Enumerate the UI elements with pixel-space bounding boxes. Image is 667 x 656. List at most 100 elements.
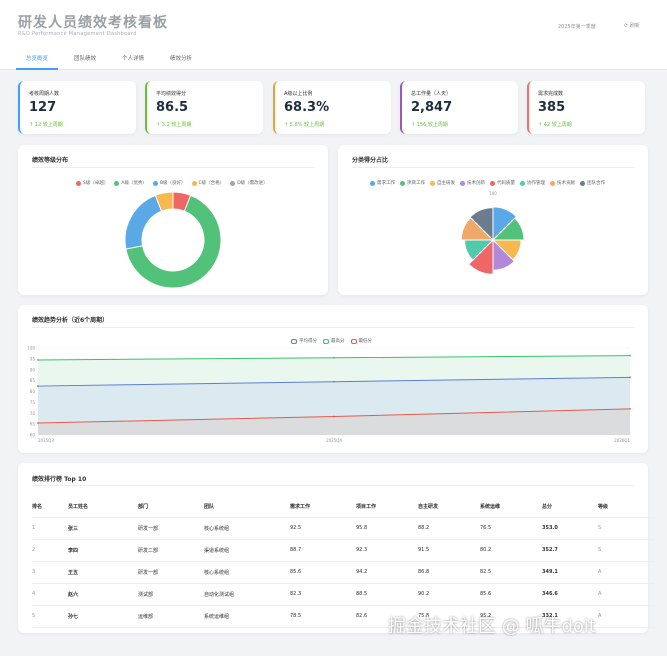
table-cell: 孙七 — [68, 605, 138, 628]
kpi-label: 需求完成数 — [538, 91, 564, 97]
table-cell: 92.3 — [356, 539, 418, 562]
y-tick-label: 75 — [30, 400, 36, 405]
column-header[interactable]: 部门 — [138, 497, 204, 518]
arrow-up-icon: ↑ — [156, 122, 161, 128]
column-header[interactable]: 员工姓名 — [68, 497, 138, 518]
data-point[interactable] — [333, 415, 335, 418]
y-tick-label: 70 — [30, 411, 36, 416]
table-row[interactable]: 1 张三 研发一部 核心系统组 92.5 95.8 88.2 76.5 353.0 S — [32, 517, 654, 540]
kpi-trend-text: 12 较上周期 — [34, 122, 63, 128]
kpi-value: 68.3% — [284, 100, 330, 115]
table-cell: 91.5 — [418, 539, 480, 562]
page-subtitle: R&D Performance Management Dashboard — [18, 31, 137, 37]
kpi-trend: ↑ 5.8% 较上周期 — [284, 121, 324, 128]
table-cell: 86.8 — [418, 561, 480, 584]
table-cell: 研发一部 — [138, 517, 204, 540]
kpi-trend: ↑ 3.2 较上周期 — [156, 121, 191, 128]
data-point[interactable] — [629, 376, 631, 379]
period-selector[interactable]: 2025年第一季度 — [558, 23, 596, 30]
tab-personal[interactable]: 个人详情 — [112, 50, 154, 70]
table-cell: 82.5 — [480, 561, 542, 584]
panel-title: 绩效排行榜 Top 10 — [32, 476, 87, 483]
column-header[interactable]: 团队 — [204, 497, 290, 518]
refresh-button[interactable]: ⟳ 刷新 — [624, 22, 640, 29]
arrow-up-icon: ↑ — [538, 122, 543, 128]
column-header[interactable]: 自主研发 — [418, 497, 480, 518]
category-rose-chart: 100 — [460, 191, 525, 275]
kpi-label: A级以上比例 — [284, 91, 313, 97]
tab-team[interactable]: 团队绩效 — [64, 50, 106, 70]
kpi-card-headcount[interactable]: 考核周期人数 127 ↑ 12 较上周期 — [18, 81, 136, 134]
table-cell: 4 — [32, 583, 68, 606]
table-row[interactable]: 4 赵六 测试部 自动化测试组 82.3 88.5 90.2 85.6 346.6 A — [32, 583, 654, 606]
table-cell: 80.2 — [480, 539, 542, 562]
column-header[interactable]: 项目工作 — [356, 497, 418, 518]
kpi-trend: ↑ 42 较上周期 — [538, 121, 572, 128]
donut-slice[interactable] — [124, 194, 163, 250]
table-cell: 76.5 — [480, 517, 542, 540]
data-point[interactable] — [37, 385, 39, 387]
ranking-table: 排名 员工姓名 部门 团队 需求工作 项目工作 自主研发 系统运维 总分 等级 … — [32, 497, 654, 628]
column-header[interactable]: 总分 — [542, 497, 598, 518]
y-tick-label: 80 — [30, 389, 36, 394]
kpi-trend-text: 5.8% 较上周期 — [289, 122, 325, 128]
y-tick-label: 90 — [30, 367, 36, 372]
kpi-value: 86.5 — [156, 100, 189, 115]
data-point[interactable] — [629, 408, 631, 410]
table-cell: S — [598, 539, 654, 562]
column-header[interactable]: 系统运维 — [480, 497, 542, 518]
table-cell: 3 — [32, 561, 68, 584]
table-cell: 92.5 — [290, 517, 356, 540]
column-header[interactable]: 需求工作 — [290, 497, 356, 518]
table-cell: 自动化测试组 — [204, 583, 290, 606]
tab-analysis[interactable]: 绩效分析 — [160, 50, 202, 70]
x-tick-label: 2026Q1 — [614, 438, 630, 443]
table-cell: 赵六 — [68, 583, 138, 606]
data-point[interactable] — [629, 354, 631, 357]
arrow-up-icon: ↑ — [29, 122, 34, 128]
table-cell: 研发一部 — [138, 561, 204, 584]
data-point[interactable] — [333, 380, 335, 383]
table-cell: A — [598, 561, 654, 584]
table-cell: A — [598, 605, 654, 628]
kpi-card-requirements[interactable]: 需求完成数 385 ↑ 42 较上周期 — [527, 81, 645, 134]
y-tick-label: 95 — [30, 356, 36, 361]
y-tick-label: 60 — [30, 433, 36, 438]
table-cell: 346.6 — [542, 583, 598, 606]
table-cell: 88.2 — [418, 517, 480, 540]
page-title: 研发人员绩效考核看板 — [18, 15, 168, 31]
table-cell: 95.8 — [356, 517, 418, 540]
kpi-label: 考核周期人数 — [29, 91, 60, 97]
column-header[interactable]: 等级 — [598, 497, 654, 518]
divider — [32, 485, 634, 486]
column-header[interactable]: 排名 — [32, 497, 68, 518]
table-cell: 82.3 — [290, 583, 356, 606]
table-row[interactable]: 3 王五 研发一部 核心系统组 85.6 94.2 86.8 82.5 349.1 A — [32, 561, 654, 584]
y-tick-label: 100 — [27, 346, 35, 351]
table-cell: 研发二部 — [138, 539, 204, 562]
table-cell: 2 — [32, 539, 68, 562]
kpi-value: 127 — [29, 100, 57, 115]
ranking-table-body: 1 张三 研发一部 核心系统组 92.5 95.8 88.2 76.5 353.0 S 2 李四 研发二… — [32, 517, 654, 628]
table-cell: 运维部 — [138, 605, 204, 628]
header: 研发人员绩效考核看板 R&D Performance Management Da… — [0, 0, 667, 70]
grade-donut-chart — [124, 191, 222, 289]
data-point[interactable] — [37, 359, 39, 361]
kpi-card-workload[interactable]: 总工作量（人天） 2,847 ↑ 156 较上周期 — [400, 81, 518, 134]
y-tick-label: 85 — [30, 378, 36, 383]
table-cell: 78.5 — [290, 605, 356, 628]
y-tick-label: 65 — [30, 422, 36, 427]
tab-overview[interactable]: 总览概览 — [16, 50, 59, 70]
data-point[interactable] — [333, 356, 335, 359]
table-cell: 核心系统组 — [204, 517, 290, 540]
table-row[interactable]: 2 李四 研发二部 渠道系统组 88.7 92.3 91.5 80.2 352.7 S — [32, 539, 654, 562]
table-cell: 94.2 — [356, 561, 418, 584]
refresh-label: 刷新 — [629, 23, 640, 29]
kpi-card-avg-score[interactable]: 平均绩效得分 86.5 ↑ 3.2 较上周期 — [145, 81, 263, 134]
grade-distribution-panel: 绩效等级分布 S级（卓越） A级（优秀） B级（良好） C级（合格） D级（需改… — [18, 145, 328, 295]
kpi-card-a-ratio[interactable]: A级以上比例 68.3% ↑ 5.8% 较上周期 — [273, 81, 391, 134]
tab-bar: 总览概览 团队绩效 个人详情 绩效分析 — [16, 50, 208, 70]
data-point[interactable] — [37, 422, 39, 424]
table-cell: 测试部 — [138, 583, 204, 606]
trend-area-chart: 100 95 90 85 80 75 70 65 602025Q3 2025Q4 2026Q1 — [27, 346, 631, 443]
